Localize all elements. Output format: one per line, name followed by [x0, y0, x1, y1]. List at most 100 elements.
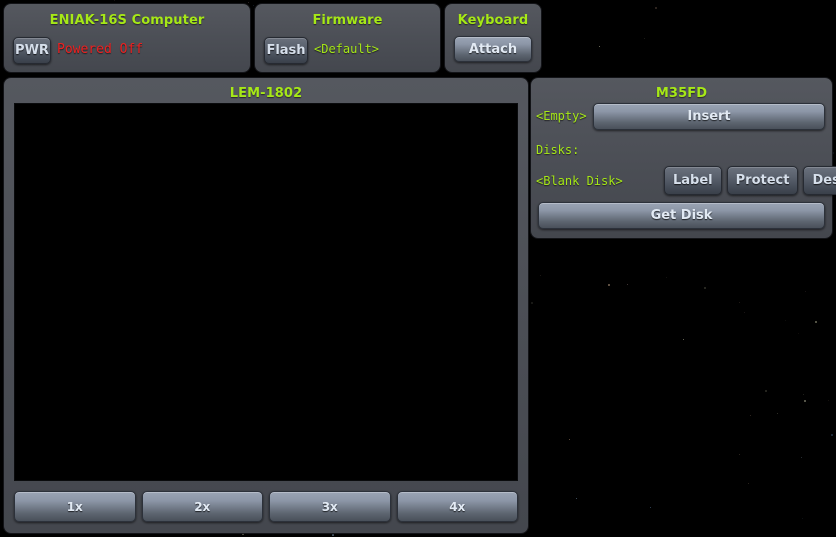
- star-dot: [801, 457, 802, 458]
- power-button[interactable]: PWR: [13, 37, 51, 64]
- star-dot: [569, 439, 570, 440]
- monitor-panel: LEM-1802 1x 2x 3x 4x: [4, 78, 528, 533]
- star-dot: [242, 533, 244, 535]
- star-dot: [576, 498, 577, 499]
- star-dot: [540, 275, 541, 276]
- star-dot: [242, 533, 244, 535]
- star-dot: [831, 434, 833, 436]
- star-dot: [627, 284, 628, 285]
- star-dot: [739, 302, 740, 303]
- star-dot: [332, 534, 334, 536]
- star-dot: [748, 483, 749, 484]
- get-disk-button[interactable]: Get Disk: [538, 202, 825, 229]
- firmware-panel-title: Firmware: [312, 13, 383, 28]
- star-dot: [804, 400, 806, 402]
- star-dot: [683, 339, 684, 340]
- computer-panel-title: ENIAK-16S Computer: [49, 13, 205, 28]
- star-dot: [801, 457, 802, 458]
- star-dot: [627, 284, 628, 285]
- star-dot: [801, 457, 802, 458]
- scale-button-4x[interactable]: 4x: [396, 491, 518, 522]
- keyboard-panel-title: Keyboard: [457, 13, 529, 28]
- star-dot: [828, 400, 829, 401]
- drive-state-text: <Empty>: [536, 109, 587, 123]
- scale-button-1x[interactable]: 1x: [14, 491, 136, 522]
- star-dot: [569, 439, 570, 440]
- star-dot: [332, 534, 334, 536]
- star-dot: [576, 498, 577, 499]
- star-dot: [801, 457, 802, 458]
- star-dot: [332, 534, 334, 536]
- star-dot: [650, 507, 651, 508]
- star-dot: [608, 284, 610, 286]
- star-dot: [650, 507, 651, 508]
- m35fd-panel: M35FD <Empty> Insert Disks: <Blank Disk>…: [531, 78, 836, 238]
- star-dot: [750, 415, 751, 416]
- disks-label: Disks:: [536, 143, 580, 157]
- star-dot: [253, 5, 254, 6]
- star-dot: [248, 2, 249, 3]
- star-dot: [804, 400, 806, 402]
- star-dot: [815, 321, 817, 323]
- attach-keyboard-button[interactable]: Attach: [454, 36, 532, 62]
- star-dot: [569, 439, 570, 440]
- protect-disk-button[interactable]: Protect: [726, 166, 799, 195]
- star-dot: [815, 321, 817, 323]
- star-dot: [765, 390, 767, 392]
- monitor-screen[interactable]: [14, 103, 518, 481]
- m35fd-panel-title: M35FD: [655, 86, 708, 101]
- power-status-text: Powered Off: [57, 42, 144, 57]
- destroy-disk-button[interactable]: Destroy: [803, 166, 836, 195]
- star-dot: [114, 0, 115, 1]
- star-dot: [599, 46, 600, 47]
- insert-disk-button[interactable]: Insert: [593, 103, 825, 130]
- monitor-panel-title: LEM-1802: [229, 86, 303, 101]
- firmware-value-text: <Default>: [314, 42, 380, 56]
- monitor-scale-buttons: 1x 2x 3x 4x: [14, 491, 518, 522]
- star-dot: [744, 312, 745, 313]
- star-dot: [666, 277, 667, 278]
- star-dot: [650, 507, 651, 508]
- star-dot: [805, 291, 806, 292]
- label-disk-button[interactable]: Label: [664, 166, 722, 195]
- star-dot: [803, 394, 804, 395]
- star-dot: [650, 507, 651, 508]
- star-dot: [683, 339, 684, 340]
- star-dot: [683, 339, 684, 340]
- star-dot: [608, 284, 610, 286]
- star-dot: [804, 400, 806, 402]
- star-dot: [804, 400, 806, 402]
- star-dot: [576, 498, 577, 499]
- star-dot: [815, 321, 817, 323]
- star-dot: [242, 533, 244, 535]
- scale-button-3x[interactable]: 3x: [269, 491, 391, 522]
- star-dot: [599, 46, 600, 47]
- star-dot: [332, 534, 334, 536]
- star-dot: [627, 284, 628, 285]
- star-dot: [599, 46, 600, 47]
- star-dot: [704, 287, 706, 289]
- star-dot: [608, 284, 610, 286]
- star-dot: [831, 434, 833, 436]
- star-dot: [739, 454, 740, 455]
- star-dot: [683, 339, 684, 340]
- keyboard-panel: Keyboard Attach: [445, 4, 541, 72]
- star-dot: [242, 533, 244, 535]
- scale-button-2x[interactable]: 2x: [141, 491, 263, 522]
- star-dot: [831, 434, 833, 436]
- disk-action-buttons: Label Protect Destroy: [664, 166, 836, 195]
- star-dot: [655, 7, 657, 9]
- star-dot: [831, 434, 833, 436]
- app-background: ENIAK-16S Computer PWR Powered Off Firmw…: [0, 0, 836, 537]
- star-dot: [815, 321, 817, 323]
- firmware-panel: Firmware Flash <Default>: [255, 4, 440, 72]
- star-dot: [608, 284, 610, 286]
- star-dot: [832, 152, 834, 154]
- star-dot: [531, 302, 533, 304]
- computer-panel: ENIAK-16S Computer PWR Powered Off: [4, 4, 250, 72]
- flash-button[interactable]: Flash: [264, 37, 308, 64]
- star-dot: [569, 439, 570, 440]
- disk-name-label: <Blank Disk>: [536, 174, 623, 188]
- star-dot: [627, 284, 628, 285]
- star-dot: [777, 413, 778, 414]
